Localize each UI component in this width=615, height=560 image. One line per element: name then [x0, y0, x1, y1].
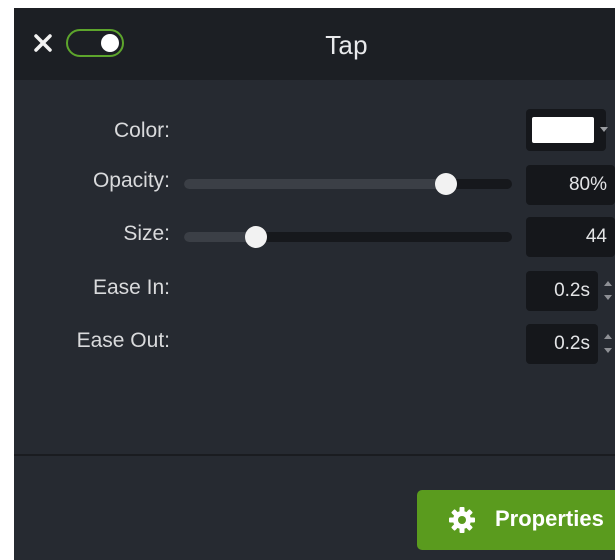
- size-field[interactable]: 44: [526, 217, 615, 257]
- opacity-slider[interactable]: [184, 173, 512, 195]
- ease-out-stepper[interactable]: [603, 324, 613, 364]
- size-label: Size:: [123, 222, 170, 245]
- opacity-field[interactable]: 80%: [526, 165, 615, 205]
- color-picker[interactable]: [526, 109, 608, 151]
- color-swatch: [532, 117, 594, 143]
- size-slider[interactable]: [184, 226, 512, 248]
- chevron-down-icon[interactable]: [604, 295, 612, 300]
- opacity-label: Opacity:: [92, 169, 170, 192]
- chevron-down-icon[interactable]: [604, 348, 612, 353]
- opacity-slider-thumb[interactable]: [435, 173, 458, 195]
- ease-in-stepper[interactable]: [603, 271, 613, 311]
- gear-icon: [449, 507, 475, 533]
- footer-divider: [14, 454, 615, 456]
- panel-title: Tap: [325, 30, 368, 60]
- title-bar: Tap: [14, 8, 615, 80]
- ease-in-field[interactable]: 0.2s: [526, 271, 598, 311]
- chevron-up-icon[interactable]: [604, 281, 612, 286]
- tap-properties-panel: Tap Color: Opacity: 80% Size: 44 Ease In…: [14, 8, 615, 560]
- properties-button-label: Properties: [495, 506, 604, 531]
- properties-button[interactable]: Properties: [417, 490, 615, 550]
- chevron-down-icon: [600, 127, 608, 132]
- ease-in-label: Ease In:: [92, 276, 170, 299]
- size-slider-thumb[interactable]: [245, 226, 268, 248]
- ease-out-field[interactable]: 0.2s: [526, 324, 598, 364]
- color-label: Color:: [113, 119, 170, 142]
- chevron-up-icon[interactable]: [604, 334, 612, 339]
- opacity-slider-fill: [184, 179, 447, 189]
- ease-out-label: Ease Out:: [76, 329, 170, 352]
